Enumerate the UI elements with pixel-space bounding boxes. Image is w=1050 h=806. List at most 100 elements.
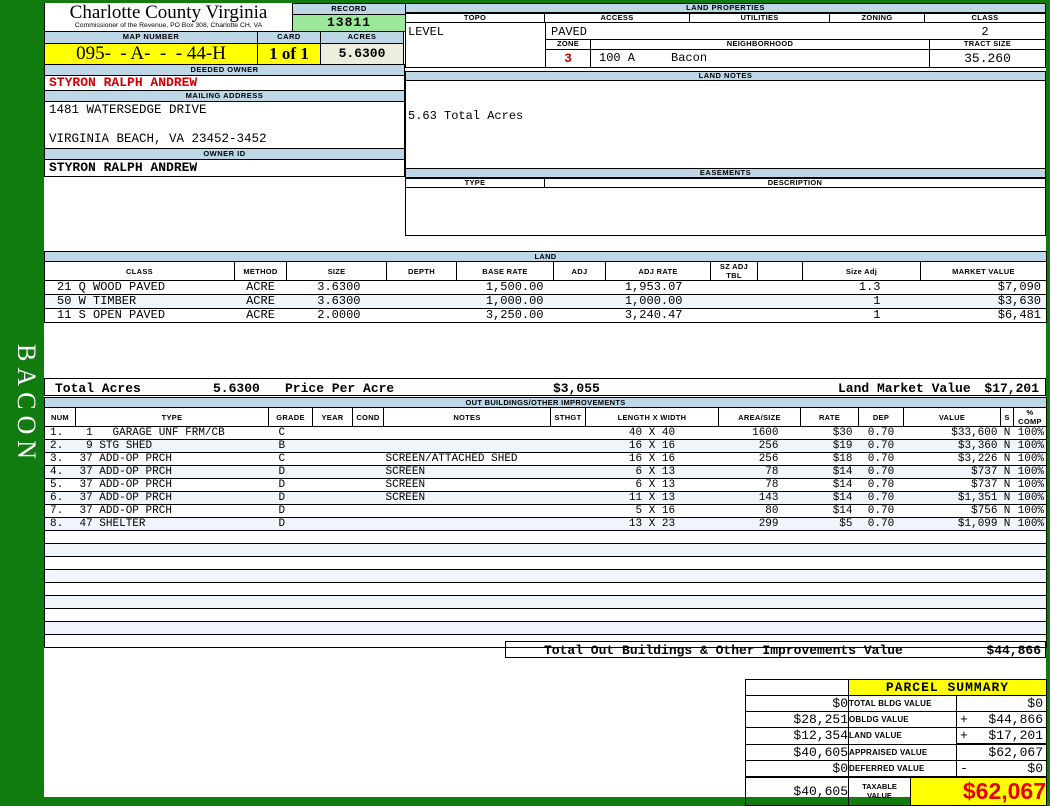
empty-cell bbox=[1000, 582, 1014, 596]
ob-notes: SCREEN bbox=[383, 491, 551, 505]
empty-cell bbox=[585, 582, 719, 596]
ob-sthgt bbox=[550, 439, 586, 453]
ob-rate: $14 bbox=[800, 465, 859, 479]
mailing-address-block: 1481 WATERSEDGE DRIVE VIRGINIA BEACH, VA… bbox=[44, 102, 405, 149]
empty-cell bbox=[75, 634, 269, 648]
land-header-class: CLASS bbox=[44, 261, 235, 281]
ob-s: N bbox=[1000, 517, 1014, 531]
empty-cell bbox=[718, 595, 801, 609]
ob-cond bbox=[352, 478, 384, 492]
ob-sthgt bbox=[550, 478, 586, 492]
land-properties-title: LAND PROPERTIES bbox=[405, 3, 1046, 13]
empty-cell bbox=[718, 530, 801, 544]
empty-cell bbox=[585, 543, 719, 557]
empty-cell bbox=[858, 569, 904, 583]
empty-cell bbox=[44, 621, 76, 635]
empty-cell bbox=[44, 595, 76, 609]
ob-header-cond: COND bbox=[352, 407, 384, 427]
empty-cell bbox=[75, 543, 269, 557]
ob-grade: D bbox=[268, 517, 313, 531]
empty-cell bbox=[903, 595, 1001, 609]
utilities-label: UTILITIES bbox=[689, 13, 830, 23]
empty-cell bbox=[268, 621, 313, 635]
ob-cond bbox=[352, 439, 384, 453]
ob-lxw: 11 X 13 bbox=[585, 491, 719, 505]
prev-obldg-value: $28,251 bbox=[745, 711, 849, 728]
land-market-value: $17,201 bbox=[984, 381, 1039, 396]
land-header-market-value: MARKET VALUE bbox=[920, 261, 1047, 281]
zone-label: ZONE bbox=[546, 40, 591, 49]
ob-year bbox=[312, 439, 353, 453]
value: $44,866 bbox=[988, 712, 1043, 727]
county-title: Charlotte County Virginia bbox=[69, 2, 268, 23]
empty-cell bbox=[312, 634, 353, 648]
parcel-summary-corner bbox=[745, 679, 849, 696]
empty-cell bbox=[800, 556, 859, 570]
parcel-summary-section: PARCEL SUMMARY $0 TOTAL BLDG VALUE $0 $2… bbox=[745, 679, 1047, 806]
ob-value: $1,099 bbox=[903, 517, 1001, 531]
deferred-value: - $0 bbox=[956, 760, 1047, 778]
empty-cell bbox=[352, 582, 384, 596]
ob-dep: 0.70 bbox=[858, 426, 904, 440]
zone-headers: ZONE NEIGHBORHOOD TRACT SIZE bbox=[546, 40, 1045, 50]
land-base_rate: 1,000.00 bbox=[456, 294, 554, 309]
ob-row: 3. 37 ADD-OP PRCH C SCREEN/ATTACHED SHED 1… bbox=[44, 452, 1047, 466]
land-properties-values: LEVEL PAVED 2 ZONE NEIGHBORHOOD TRACT SI… bbox=[405, 23, 1046, 68]
ob-type: 47 SHELTER bbox=[75, 517, 269, 531]
empty-cell bbox=[352, 556, 384, 570]
land-notes-title: LAND NOTES bbox=[405, 71, 1046, 81]
empty-cell bbox=[1013, 556, 1047, 570]
empty-cell bbox=[800, 543, 859, 557]
ob-dep: 0.70 bbox=[858, 517, 904, 531]
mailing-address-label: MAILING ADDRESS bbox=[44, 90, 405, 102]
taxable-value: $62,067 bbox=[910, 776, 1047, 806]
ob-value: $737 bbox=[903, 465, 1001, 479]
zone-value: 3 bbox=[546, 50, 591, 67]
tract-size-value: 35.260 bbox=[964, 51, 1011, 66]
land-method: ACRE bbox=[234, 280, 287, 295]
empty-cell bbox=[718, 582, 801, 596]
ob-sthgt bbox=[550, 452, 586, 466]
land-depth bbox=[386, 280, 457, 295]
prev-total-bldg-value: $0 bbox=[745, 695, 849, 712]
land-market-value-label: Land Market Value bbox=[838, 381, 971, 396]
owner-column: Charlotte County Virginia Commissioner o… bbox=[44, 2, 406, 177]
land-size_adj: 1 bbox=[802, 294, 921, 309]
empty-cell bbox=[312, 621, 353, 635]
ob-value: $737 bbox=[903, 478, 1001, 492]
total-bldg-value-label: TOTAL BLDG VALUE bbox=[848, 695, 957, 712]
empty-cell bbox=[903, 530, 1001, 544]
ob-empty-row bbox=[44, 543, 1047, 557]
ob-value: $33,600 bbox=[903, 426, 1001, 440]
empty-cell bbox=[718, 608, 801, 622]
empty-cell bbox=[352, 634, 384, 648]
ob-header-year: YEAR bbox=[312, 407, 353, 427]
appraised-value-label: APPRAISED VALUE bbox=[848, 743, 957, 761]
ob-grade: C bbox=[268, 426, 313, 440]
empty-cell bbox=[1000, 530, 1014, 544]
ob-area: 78 bbox=[718, 478, 801, 492]
parcel-row-land: $12,354 LAND VALUE + $17,201 bbox=[745, 727, 1047, 745]
ob-s: N bbox=[1000, 452, 1014, 466]
ob-empty-row bbox=[44, 608, 1047, 622]
empty-cell bbox=[383, 621, 551, 635]
land-header-depth: DEPTH bbox=[386, 261, 457, 281]
land-note: 5.63 Total Acres bbox=[408, 109, 524, 123]
empty-cell bbox=[1013, 595, 1047, 609]
land-class: 11 S OPEN PAVED bbox=[44, 308, 235, 323]
ob-lxw: 16 X 16 bbox=[585, 452, 719, 466]
land-properties-headers: TOPO ACCESS UTILITIES ZONING CLASS bbox=[405, 13, 1046, 23]
empty-cell bbox=[44, 556, 76, 570]
out-buildings-title: OUT BUILDINGS/OTHER IMPROVEMENTS bbox=[43, 397, 1048, 408]
empty-cell bbox=[1000, 595, 1014, 609]
land-size: 3.6300 bbox=[286, 280, 387, 295]
ob-grade: D bbox=[268, 504, 313, 518]
empty-cell bbox=[550, 543, 586, 557]
taxable-value-label: TAXABLE VALUE bbox=[848, 776, 911, 806]
ob-num: 8. bbox=[44, 517, 76, 531]
ob-area: 1600 bbox=[718, 426, 801, 440]
empty-cell bbox=[352, 530, 384, 544]
ob-comp: 100% bbox=[1013, 478, 1047, 492]
ob-row: 7. 37 ADD-OP PRCH D 5 X 16 80 $14 0.70 $756 N 10… bbox=[44, 504, 1047, 518]
land-notes-box: 5.63 Total Acres bbox=[405, 81, 1046, 169]
